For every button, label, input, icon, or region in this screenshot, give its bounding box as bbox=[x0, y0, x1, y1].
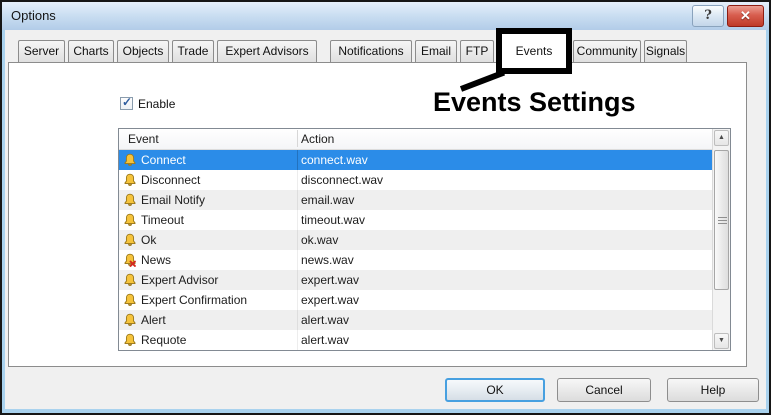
table-row[interactable]: Requote alert.wav bbox=[119, 330, 712, 350]
event-name: News bbox=[141, 253, 172, 267]
options-dialog: Options ? ✕ Server Charts Objects Trade … bbox=[0, 0, 771, 415]
tab-signals[interactable]: Signals bbox=[644, 40, 687, 63]
tab-notifications[interactable]: Notifications bbox=[330, 40, 412, 63]
close-button[interactable]: ✕ bbox=[727, 5, 764, 27]
window-title: Options bbox=[11, 8, 56, 23]
tab-expert-advisors[interactable]: Expert Advisors bbox=[217, 40, 317, 63]
scroll-down-icon: ▼ bbox=[718, 337, 725, 344]
bell-icon bbox=[124, 153, 136, 166]
close-icon: ✕ bbox=[740, 8, 751, 23]
checkbox-box: ✓ bbox=[120, 95, 133, 110]
row-divider bbox=[297, 150, 298, 170]
table-rows: Connect connect.wav Disconnect disconnec… bbox=[119, 150, 712, 350]
scroll-up-button[interactable]: ▲ bbox=[714, 130, 729, 146]
bell-icon bbox=[124, 173, 136, 186]
events-tab-page: ✓ Enable Event Action Connect connect.wa… bbox=[8, 62, 747, 367]
table-row[interactable]: Email Notify email.wav bbox=[119, 190, 712, 210]
enable-checkbox-label: Enable bbox=[138, 97, 176, 111]
table-row[interactable]: Ok ok.wav bbox=[119, 230, 712, 250]
event-name: Disconnect bbox=[141, 173, 201, 187]
event-action: alert.wav bbox=[301, 313, 350, 327]
checkmark-icon: ✓ bbox=[122, 95, 133, 109]
tab-email[interactable]: Email bbox=[415, 40, 457, 63]
event-action: expert.wav bbox=[301, 293, 360, 307]
help-button[interactable]: Help bbox=[667, 378, 759, 402]
tab-community[interactable]: Community bbox=[573, 40, 641, 63]
table-header: Event Action bbox=[119, 129, 712, 150]
event-action: email.wav bbox=[301, 193, 355, 207]
bell-muted-icon bbox=[124, 253, 136, 267]
event-name: Ok bbox=[141, 233, 157, 247]
row-divider bbox=[297, 210, 298, 230]
scroll-down-button[interactable]: ▼ bbox=[714, 333, 729, 349]
ok-button[interactable]: OK bbox=[445, 378, 545, 402]
tab-server[interactable]: Server bbox=[18, 40, 65, 63]
row-divider bbox=[297, 170, 298, 190]
column-divider[interactable] bbox=[297, 130, 298, 147]
event-name: Timeout bbox=[141, 213, 184, 227]
cancel-button[interactable]: Cancel bbox=[557, 378, 651, 402]
event-name: Alert bbox=[141, 313, 166, 327]
bell-icon bbox=[124, 313, 136, 326]
tab-events[interactable]: Events bbox=[496, 28, 572, 74]
bell-icon bbox=[124, 193, 136, 206]
scroll-up-icon: ▲ bbox=[718, 134, 725, 141]
event-name: Expert Confirmation bbox=[141, 293, 248, 307]
event-action: timeout.wav bbox=[301, 213, 366, 227]
tab-objects[interactable]: Objects bbox=[117, 40, 169, 63]
table-row[interactable]: News news.wav bbox=[119, 250, 712, 270]
question-icon: ? bbox=[704, 8, 712, 23]
bell-icon bbox=[124, 293, 136, 306]
event-action: alert.wav bbox=[301, 333, 350, 347]
events-table: Event Action Connect connect.wav Disconn… bbox=[118, 128, 731, 351]
row-divider bbox=[297, 310, 298, 330]
table-row[interactable]: Disconnect disconnect.wav bbox=[119, 170, 712, 190]
event-name: Email Notify bbox=[141, 193, 206, 207]
tab-charts[interactable]: Charts bbox=[68, 40, 114, 63]
table-row[interactable]: Expert Confirmation expert.wav bbox=[119, 290, 712, 310]
tab-ftp[interactable]: FTP bbox=[460, 40, 494, 63]
event-name: Connect bbox=[141, 153, 186, 167]
titlebar[interactable]: Options ? ✕ bbox=[2, 2, 769, 31]
bell-icon bbox=[124, 273, 136, 286]
row-divider bbox=[297, 230, 298, 250]
row-divider bbox=[297, 330, 298, 350]
bell-icon bbox=[124, 333, 136, 346]
event-action: disconnect.wav bbox=[301, 173, 384, 187]
scrollbar-grip-icon bbox=[718, 217, 727, 226]
row-divider bbox=[297, 250, 298, 270]
event-name: Expert Advisor bbox=[141, 273, 219, 287]
bell-icon bbox=[124, 233, 136, 246]
table-row[interactable]: Alert alert.wav bbox=[119, 310, 712, 330]
annotation-label: Events Settings bbox=[433, 87, 636, 117]
column-header-action[interactable]: Action bbox=[301, 132, 334, 146]
event-action: connect.wav bbox=[301, 153, 368, 167]
vertical-scrollbar[interactable]: ▲ ▼ bbox=[712, 129, 730, 350]
event-action: ok.wav bbox=[301, 233, 339, 247]
row-divider bbox=[297, 270, 298, 290]
table-row[interactable]: Expert Advisor expert.wav bbox=[119, 270, 712, 290]
bell-icon bbox=[124, 213, 136, 226]
table-row[interactable]: Timeout timeout.wav bbox=[119, 210, 712, 230]
scrollbar-thumb[interactable] bbox=[714, 150, 729, 290]
column-header-event[interactable]: Event bbox=[128, 132, 159, 146]
titlebar-help-button[interactable]: ? bbox=[692, 5, 724, 27]
event-name: Requote bbox=[141, 333, 187, 347]
dialog-body: Server Charts Objects Trade Expert Advis… bbox=[2, 28, 769, 413]
table-row[interactable]: Connect connect.wav bbox=[119, 150, 712, 170]
event-action: news.wav bbox=[301, 253, 354, 267]
tab-trade[interactable]: Trade bbox=[172, 40, 214, 63]
row-divider bbox=[297, 290, 298, 310]
row-divider bbox=[297, 190, 298, 210]
event-action: expert.wav bbox=[301, 273, 360, 287]
